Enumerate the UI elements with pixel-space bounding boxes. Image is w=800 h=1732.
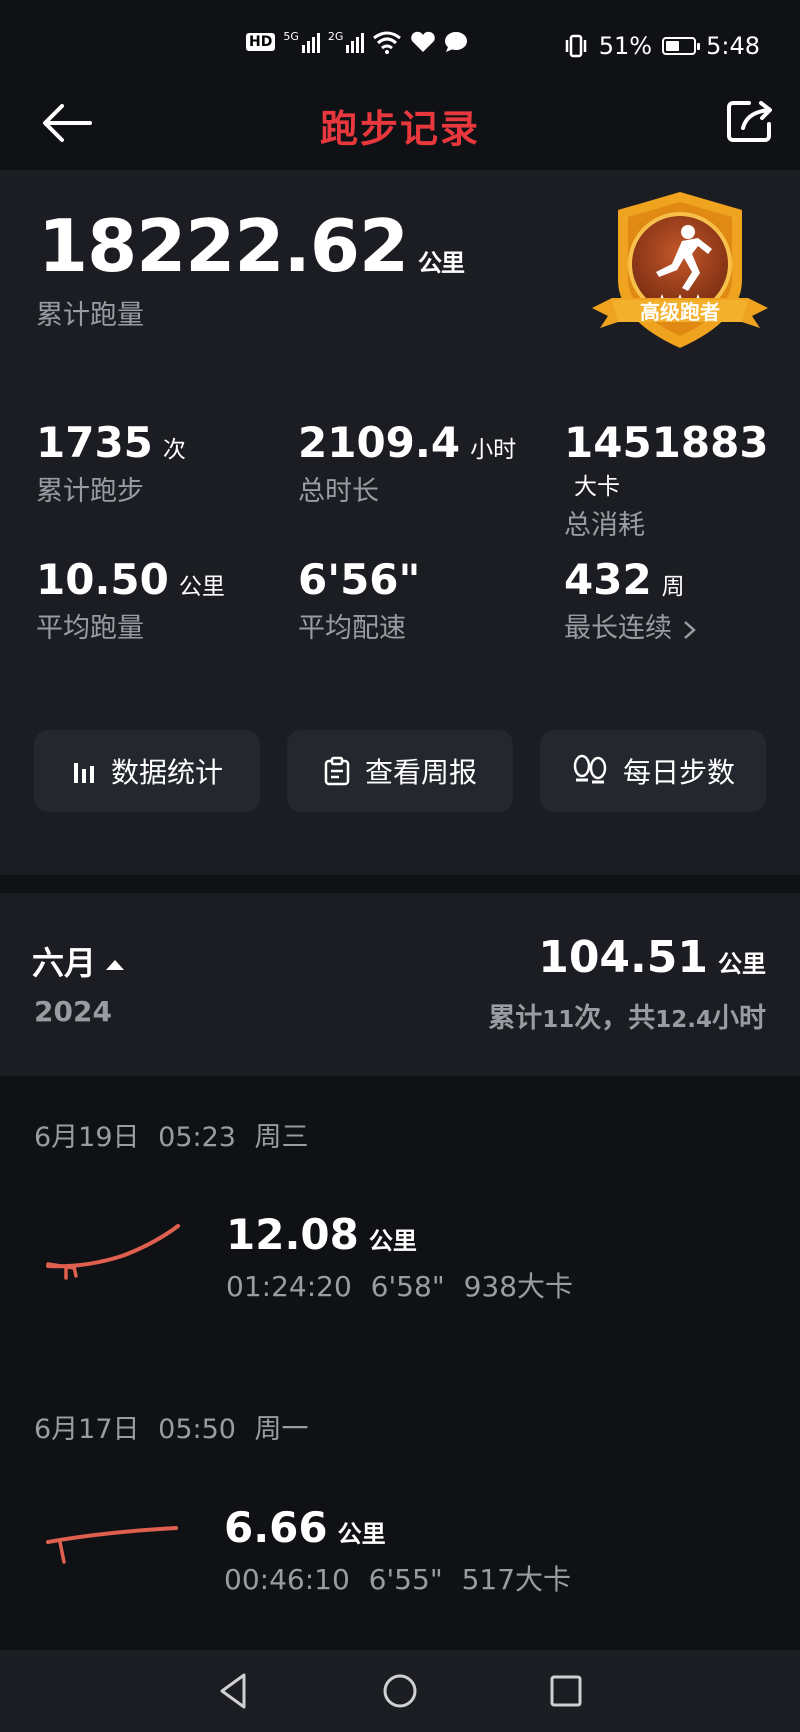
badge-label: 高级跑者 bbox=[640, 300, 720, 324]
signal-2g-icon: 2G bbox=[328, 31, 365, 53]
message-icon bbox=[445, 32, 468, 52]
vibrate-icon bbox=[565, 34, 586, 58]
triangle-back-icon[interactable] bbox=[216, 1671, 250, 1711]
status-right-icons: 51% 5:48 bbox=[563, 26, 760, 66]
run-item[interactable]: 12.08 公里 01:24:20 6'58" 938大卡 bbox=[226, 1210, 573, 1305]
month-distance: 104.51 公里 bbox=[538, 932, 766, 983]
data-statistics-button[interactable]: 数据统计 bbox=[34, 730, 260, 812]
stat-average-distance: 10.50 公里 平均跑量 bbox=[36, 555, 225, 644]
run-distance: 6.66 公里 bbox=[224, 1503, 386, 1552]
run-details: 00:46:10 6'55" 517大卡 bbox=[224, 1563, 572, 1596]
run-route-map[interactable] bbox=[44, 1518, 184, 1574]
wifi-icon bbox=[373, 31, 402, 54]
advanced-runner-badge[interactable]: 高级跑者 bbox=[592, 188, 768, 354]
total-distance-label: 累计跑量 bbox=[36, 300, 144, 331]
stat-longest-streak[interactable]: 432 周 最长连续 bbox=[564, 555, 699, 645]
status-left-icons: HD 5G 2G bbox=[246, 30, 468, 54]
run-details: 01:24:20 6'58" 938大卡 bbox=[226, 1270, 574, 1303]
square-recent-icon[interactable] bbox=[548, 1673, 584, 1709]
clock: 5:48 bbox=[706, 32, 760, 60]
stat-total-hours: 2109.4 小时 总时长 bbox=[298, 418, 517, 507]
bar-chart-icon bbox=[73, 763, 94, 783]
clipboard-icon bbox=[324, 756, 350, 786]
total-distance: 18222.62 公里 bbox=[38, 204, 465, 288]
hd-icon: HD bbox=[246, 33, 276, 51]
stat-total-calories: 1451883大卡 总消耗 bbox=[564, 418, 769, 541]
run-date-header: 6月19日 05:23 周三 bbox=[34, 1122, 309, 1153]
share-icon[interactable] bbox=[725, 98, 775, 144]
caret-up-icon bbox=[106, 960, 125, 970]
chevron-right-icon bbox=[683, 620, 696, 639]
run-distance: 12.08 公里 bbox=[226, 1210, 417, 1259]
stat-total-runs: 1735 次 累计跑步 bbox=[36, 418, 186, 507]
stat-average-pace: 6'56" 平均配速 bbox=[298, 555, 421, 644]
signal-5g-icon: 5G bbox=[283, 31, 320, 53]
weekly-report-button[interactable]: 查看周报 bbox=[287, 730, 513, 812]
month-year: 2024 bbox=[34, 995, 112, 1028]
battery-icon bbox=[662, 37, 701, 55]
circle-home-icon[interactable] bbox=[380, 1671, 420, 1711]
month-run-summary: 累计11次，共12.4小时 bbox=[488, 1003, 766, 1034]
run-route-map[interactable] bbox=[44, 1220, 184, 1284]
battery-percent: 51% bbox=[598, 32, 653, 60]
heart-icon bbox=[411, 31, 436, 52]
month-summary bbox=[0, 893, 800, 1076]
footprints-icon bbox=[573, 754, 607, 784]
run-date-header: 6月17日 05:50 周一 bbox=[34, 1414, 309, 1445]
page-title: 跑步记录 bbox=[319, 107, 480, 151]
month-selector[interactable]: 六月 bbox=[32, 938, 125, 984]
daily-steps-button[interactable]: 每日步数 bbox=[540, 730, 766, 812]
run-item[interactable]: 6.66 公里 00:46:10 6'55" 517大卡 bbox=[224, 1503, 571, 1598]
